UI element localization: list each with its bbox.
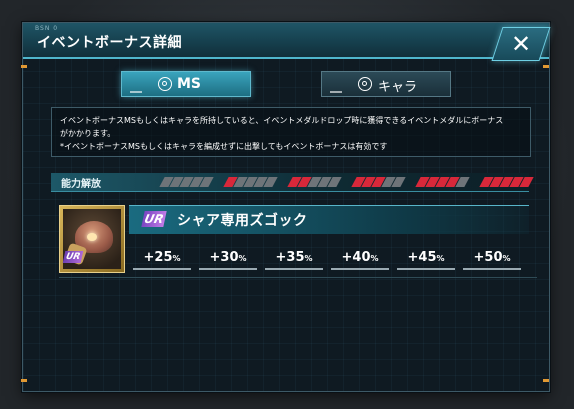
event-bonus-dialog: BSN 0 イベントボーナス詳細 ✕ MS キャラ イベントボーナスMSもしくは… <box>21 22 551 392</box>
header-tag: BSN 0 <box>35 25 59 32</box>
bonus-number: +30 <box>209 250 239 265</box>
bonus-unit: % <box>436 254 445 263</box>
description-box: イベントボーナスMSもしくはキャラを所持していると、イベントメダルドロップ時に獲… <box>51 107 531 157</box>
unlock-level-pips <box>479 177 534 187</box>
tab-underline <box>130 91 142 93</box>
bonus-number: +25 <box>143 250 173 265</box>
unlock-level-pips <box>159 177 214 187</box>
bonus-unit: % <box>370 254 379 263</box>
bonus-number: +40 <box>341 250 371 265</box>
unit-name: シャア専用ズゴック <box>177 213 308 229</box>
tab-chara[interactable]: キャラ <box>321 71 451 97</box>
rarity-badge: UR <box>141 211 167 227</box>
bonus-value: +35% <box>265 246 323 270</box>
target-icon <box>358 77 372 91</box>
ability-unlock-label: 能力解放 <box>61 179 101 190</box>
rarity-badge-small: UR <box>62 251 84 263</box>
dialog-title: イベントボーナス詳細 <box>37 35 182 51</box>
close-icon: ✕ <box>511 30 532 58</box>
side-marker <box>21 379 27 382</box>
bonus-unit: % <box>238 254 247 263</box>
bonus-number: +50 <box>473 250 503 265</box>
unit-portrait[interactable]: UR <box>59 205 125 273</box>
bonus-value: +50% <box>463 246 521 270</box>
unlock-level-pips <box>351 177 406 187</box>
card-divider <box>59 277 537 278</box>
bonus-value: +30% <box>199 246 257 270</box>
description-line: イベントボーナスMSもしくはキャラを所持していると、イベントメダルドロップ時に獲… <box>60 116 504 125</box>
bonus-value: +25% <box>133 246 191 270</box>
bonus-value: +45% <box>397 246 455 270</box>
target-icon <box>158 77 172 91</box>
ability-unlock-bar: 能力解放 <box>51 173 534 192</box>
tab-chara-label: キャラ <box>378 80 418 95</box>
bonus-unit: % <box>304 254 313 263</box>
unlock-level-pips <box>415 177 470 187</box>
bonus-unit: % <box>172 254 181 263</box>
bonus-unit-card[interactable]: UR UR シャア専用ズゴック +25% +30% +35% +40% +45%… <box>59 205 537 285</box>
side-marker <box>21 65 27 68</box>
side-marker <box>543 65 549 68</box>
bonus-number: +45 <box>407 250 437 265</box>
dialog-header: BSN 0 イベントボーナス詳細 <box>23 23 549 59</box>
zgok-mono-eye <box>87 233 97 241</box>
bonus-value: +40% <box>331 246 389 270</box>
side-marker <box>543 379 549 382</box>
tab-ms-label: MS <box>177 76 202 92</box>
description-note: *イベントボーナスMSもしくはキャラを編成せずに出撃してもイベントボーナスは有効… <box>60 142 388 151</box>
bonus-unit: % <box>502 254 511 263</box>
tab-ms[interactable]: MS <box>121 71 251 97</box>
description-line: がかかります。 <box>60 129 116 138</box>
tab-underline <box>330 91 342 93</box>
bonus-number: +35 <box>275 250 305 265</box>
unlock-level-pips <box>223 177 278 187</box>
unlock-level-pips <box>287 177 342 187</box>
